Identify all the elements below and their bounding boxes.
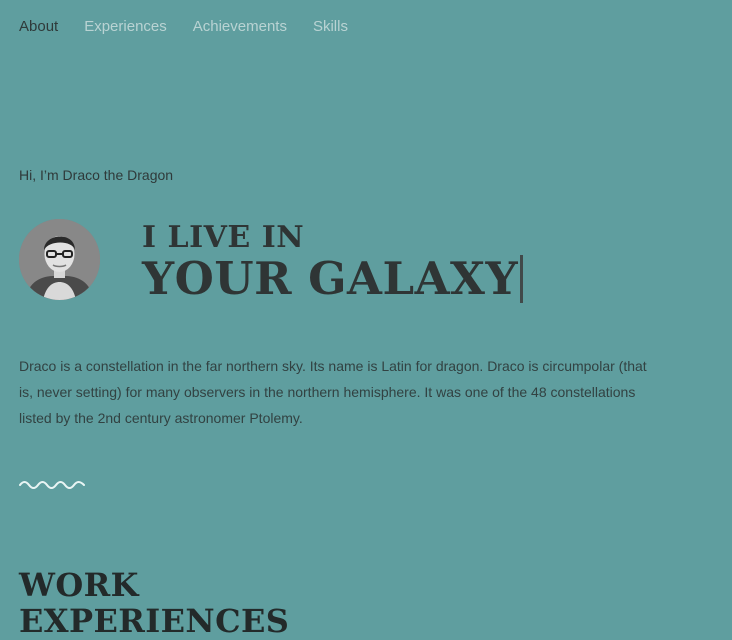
hero-headline: I LIVE IN YOUR GALAXY <box>142 219 524 305</box>
work-experiences-title-line2: EXPERIENCES <box>19 601 290 640</box>
hero-headline-line2-wrapper: YOUR GALAXY <box>142 252 524 305</box>
typing-cursor <box>520 255 524 303</box>
work-experiences-title-line1: WORK <box>19 565 139 604</box>
avatar-photo-icon <box>19 219 100 300</box>
hero-greeting: Hi, I’m Draco the Dragon <box>19 167 174 183</box>
nav-link-about[interactable]: About <box>19 17 58 37</box>
nav-link-achievements[interactable]: Achievements <box>193 17 287 37</box>
nav-link-experiences[interactable]: Experiences <box>84 17 167 37</box>
nav-link-skills[interactable]: Skills <box>313 17 348 37</box>
bio-paragraph: Draco is a constellation in the far nort… <box>19 358 647 426</box>
main-navigation: About Experiences Achievements Skills <box>19 17 348 37</box>
avatar <box>19 219 100 300</box>
wave-divider-icon <box>19 481 85 489</box>
hero-headline-line1: I LIVE IN <box>142 220 305 255</box>
hero-headline-line2: YOUR GALAXY <box>142 252 519 305</box>
work-experiences-title: WORK EXPERIENCES <box>19 567 289 639</box>
